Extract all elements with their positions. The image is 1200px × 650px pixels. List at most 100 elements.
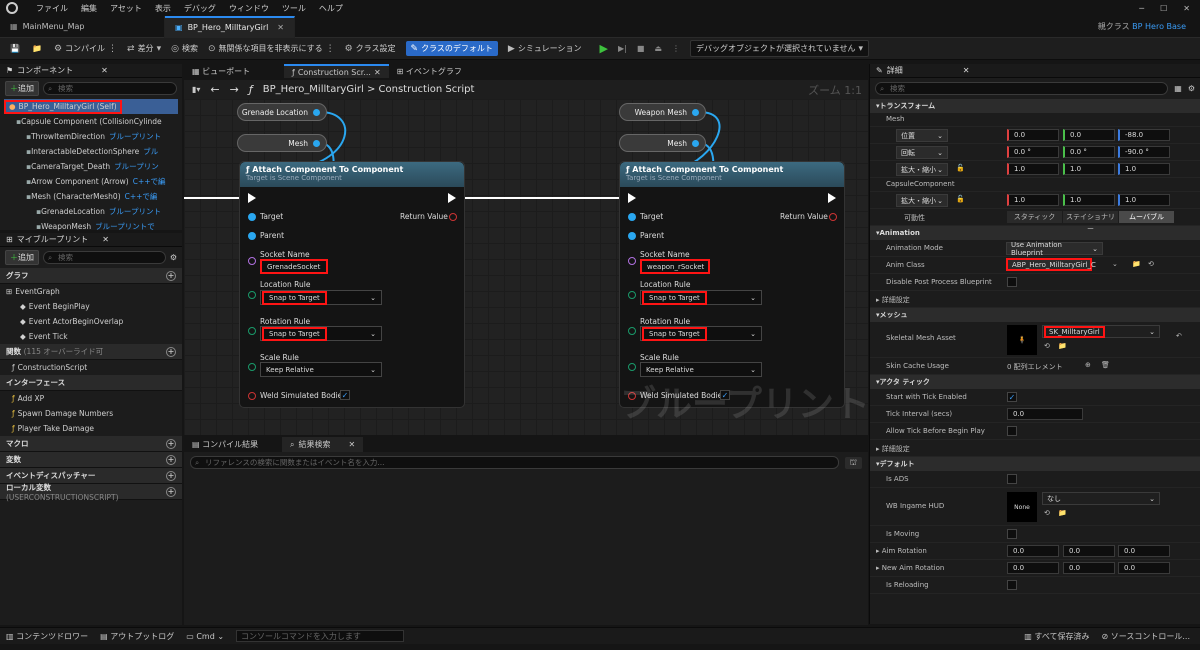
- return-value-pin[interactable]: [449, 213, 457, 221]
- component-edit-link[interactable]: ブループリント: [109, 206, 161, 217]
- is-reloading-checkbox[interactable]: [1007, 580, 1017, 590]
- find-button[interactable]: ◎ 検索: [171, 43, 198, 54]
- more-icon[interactable]: ⋮: [326, 44, 335, 54]
- add-function-icon[interactable]: +: [166, 346, 176, 357]
- skeletal-mesh-select[interactable]: SK_MilltaryGirl ⌄: [1042, 325, 1160, 338]
- menu-view[interactable]: 表示: [155, 3, 171, 14]
- tick-interval-input[interactable]: 0.0: [1007, 408, 1083, 420]
- tab-bp-hero[interactable]: ▣ BP_Hero_MilltaryGirl ✕: [165, 15, 295, 38]
- scale-z-input[interactable]: 1.0: [1118, 194, 1170, 206]
- tab-construction-script[interactable]: ƒ Construction Scr... ✕: [284, 64, 389, 78]
- socket-name-pin[interactable]: [248, 257, 256, 265]
- mobility-movable[interactable]: ムーバブル: [1119, 211, 1174, 223]
- animation-section[interactable]: ▾ Animation: [870, 226, 1200, 240]
- weapon-mesh-node[interactable]: Weapon Mesh: [619, 103, 706, 121]
- cmd-select[interactable]: ▭ Cmd ⌄: [186, 632, 224, 641]
- reset-icon[interactable]: ⟲: [1044, 342, 1050, 350]
- compile-button[interactable]: ⚙ コンパイル ⋮: [54, 43, 117, 54]
- component-item[interactable]: ▪ WeaponMesh ブループリントで: [0, 219, 182, 234]
- socket-name-input[interactable]: GrenadeSocket: [260, 259, 328, 274]
- variables-section[interactable]: 変数 +: [0, 452, 182, 468]
- output-pin[interactable]: [313, 139, 320, 147]
- console-input[interactable]: コンソールコマンドを入力します: [236, 630, 405, 642]
- parent-pin[interactable]: [248, 232, 256, 240]
- browse-icon[interactable]: 📁: [1132, 260, 1141, 268]
- local-vars-section[interactable]: ローカル変数 (USERCONSTRUCTIONSCRIPT) +: [0, 483, 182, 502]
- menu-debug[interactable]: デバッグ: [184, 3, 216, 14]
- more-icon[interactable]: ⋮: [108, 44, 117, 54]
- component-edit-link[interactable]: ブループリント: [109, 131, 161, 142]
- scale-rule-pin[interactable]: [628, 363, 636, 371]
- step-button[interactable]: ▶|: [618, 44, 627, 53]
- eject-button[interactable]: ⏏: [654, 44, 662, 53]
- event-graph-item[interactable]: ⊞ EventGraph: [0, 284, 182, 299]
- simulation-button[interactable]: ▶ シミュレーション: [508, 43, 582, 54]
- scale-y-input[interactable]: 1.0: [1063, 163, 1115, 175]
- new-aim-z-input[interactable]: 0.0: [1118, 562, 1170, 574]
- location-rule-pin[interactable]: [248, 291, 256, 299]
- scale-x-input[interactable]: 1.0: [1007, 194, 1059, 206]
- component-item[interactable]: ▪ Mesh (CharacterMesh0) C++で編: [0, 189, 182, 204]
- diff-button[interactable]: ⇄ 差分 ▾: [127, 43, 161, 54]
- location-y-input[interactable]: 0.0: [1063, 129, 1115, 141]
- disable-pp-checkbox[interactable]: [1007, 277, 1017, 287]
- unreal-logo-icon[interactable]: [6, 2, 18, 14]
- breadcrumb-graph[interactable]: Construction Script: [379, 84, 475, 95]
- play-options-icon[interactable]: ⋮: [672, 44, 680, 53]
- mobility-static[interactable]: スタティック: [1007, 211, 1062, 223]
- add-dispatcher-icon[interactable]: +: [166, 470, 176, 481]
- output-pin[interactable]: [313, 108, 320, 116]
- output-log-button[interactable]: ▤ アウトプットログ: [100, 631, 174, 642]
- exec-out-pin[interactable]: [448, 193, 456, 203]
- scale-rule-pin[interactable]: [248, 363, 256, 371]
- component-item[interactable]: ▪ GrenadeLocation ブループリント: [0, 204, 182, 219]
- tab-event-graph[interactable]: ⊞ イベントグラフ: [389, 66, 470, 77]
- add-component-button[interactable]: ＋追加: [5, 81, 39, 96]
- attach-component-node[interactable]: ƒ Attach Component To Component Target is…: [619, 161, 845, 408]
- event-item[interactable]: ◆ Event ActorBeginOverlap: [0, 314, 182, 329]
- new-aim-x-input[interactable]: 0.0: [1007, 562, 1059, 574]
- lock-icon[interactable]: 🔓: [956, 164, 965, 172]
- socket-name-input[interactable]: weapon_rSocket: [640, 259, 710, 274]
- scale-mode-select[interactable]: 拡大・縮小 ⌄: [896, 163, 948, 176]
- close-window-icon[interactable]: ✕: [1183, 4, 1190, 13]
- component-item[interactable]: ▪ CameraTarget_Death ブループリン: [0, 159, 182, 174]
- parent-pin[interactable]: [628, 232, 636, 240]
- menu-tools[interactable]: ツール: [282, 3, 306, 14]
- weld-pin[interactable]: [628, 392, 636, 400]
- rotation-rule-pin[interactable]: [628, 327, 636, 335]
- add-graph-icon[interactable]: +: [166, 270, 176, 281]
- socket-name-pin[interactable]: [628, 257, 636, 265]
- browse-icon[interactable]: 📁: [32, 44, 42, 53]
- minimize-icon[interactable]: ─: [1139, 4, 1144, 13]
- event-item[interactable]: ◆ Event Tick: [0, 329, 182, 344]
- exec-in-pin[interactable]: [628, 193, 636, 203]
- graph-canvas[interactable]: Grenade Location Mesh Weapon Mesh Mesh ƒ…: [184, 99, 868, 435]
- weld-pin[interactable]: [248, 392, 256, 400]
- defaults-section[interactable]: ▾ デフォルト: [870, 457, 1200, 471]
- hide-unrelated-button[interactable]: ⊙ 無関係な項目を非表示にする ⋮: [208, 43, 335, 54]
- scale-z-input[interactable]: 1.0: [1118, 163, 1170, 175]
- transform-section[interactable]: ▾ トランスフォーム: [870, 99, 1200, 113]
- close-icon[interactable]: ✕: [101, 66, 108, 75]
- rotation-mode-select[interactable]: 回転 ⌄: [896, 146, 948, 159]
- grenade-location-node[interactable]: Grenade Location: [237, 103, 327, 121]
- tab-compile-results[interactable]: ▤ コンパイル結果: [184, 439, 282, 450]
- is-ads-checkbox[interactable]: [1007, 474, 1017, 484]
- class-settings-button[interactable]: ⚙ クラス設定: [345, 43, 396, 54]
- forward-arrow-icon[interactable]: →: [230, 83, 239, 96]
- add-element-icon[interactable]: ⊕: [1085, 361, 1091, 369]
- component-edit-link[interactable]: C++で編: [125, 191, 158, 202]
- mesh-node[interactable]: Mesh: [237, 134, 327, 152]
- menu-edit[interactable]: 編集: [81, 3, 97, 14]
- content-drawer-button[interactable]: ▥ コンテンツドロワー: [6, 631, 88, 642]
- output-pin[interactable]: [692, 139, 699, 147]
- menu-help[interactable]: ヘルプ: [319, 3, 343, 14]
- add-member-button[interactable]: ＋追加: [5, 250, 39, 265]
- settings-icon[interactable]: ⚙: [1188, 84, 1195, 93]
- add-macro-icon[interactable]: +: [166, 438, 176, 449]
- new-aim-y-input[interactable]: 0.0: [1063, 562, 1115, 574]
- new-aim-rotation-row[interactable]: ▸ New Aim Rotation 0.0 0.0 0.0: [870, 560, 1200, 577]
- weld-checkbox[interactable]: ✓: [340, 390, 350, 400]
- functions-section[interactable]: 関数 (115 オーバーライド可 +: [0, 344, 182, 360]
